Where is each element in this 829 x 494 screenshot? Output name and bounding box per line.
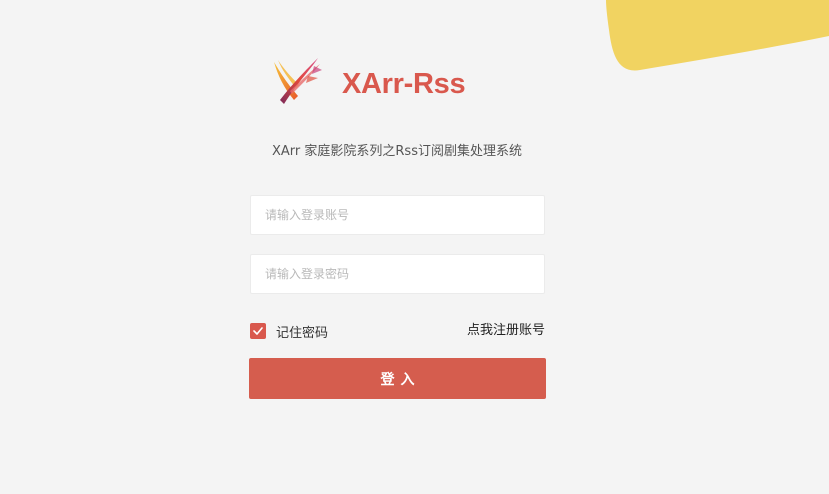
password-input[interactable] — [250, 254, 545, 294]
checkbox-checked-icon[interactable] — [250, 323, 266, 339]
account-input[interactable] — [250, 195, 545, 235]
remember-password-checkbox[interactable]: 记住密码 — [250, 322, 329, 341]
remember-password-label: 记住密码 — [276, 325, 329, 341]
brand-header: XArr-Rss — [268, 56, 466, 112]
login-button[interactable]: 登入 — [249, 358, 546, 399]
x-feather-logo-icon — [274, 58, 322, 104]
register-account-link[interactable]: 点我注册账号 — [467, 322, 545, 340]
login-page: XArr-Rss XArr 家庭影院系列之Rss订阅剧集处理系统 记住密码 点我… — [0, 0, 829, 494]
page-subtitle: XArr 家庭影院系列之Rss订阅剧集处理系统 — [272, 144, 522, 159]
brand-name: XArr-Rss — [342, 67, 466, 100]
